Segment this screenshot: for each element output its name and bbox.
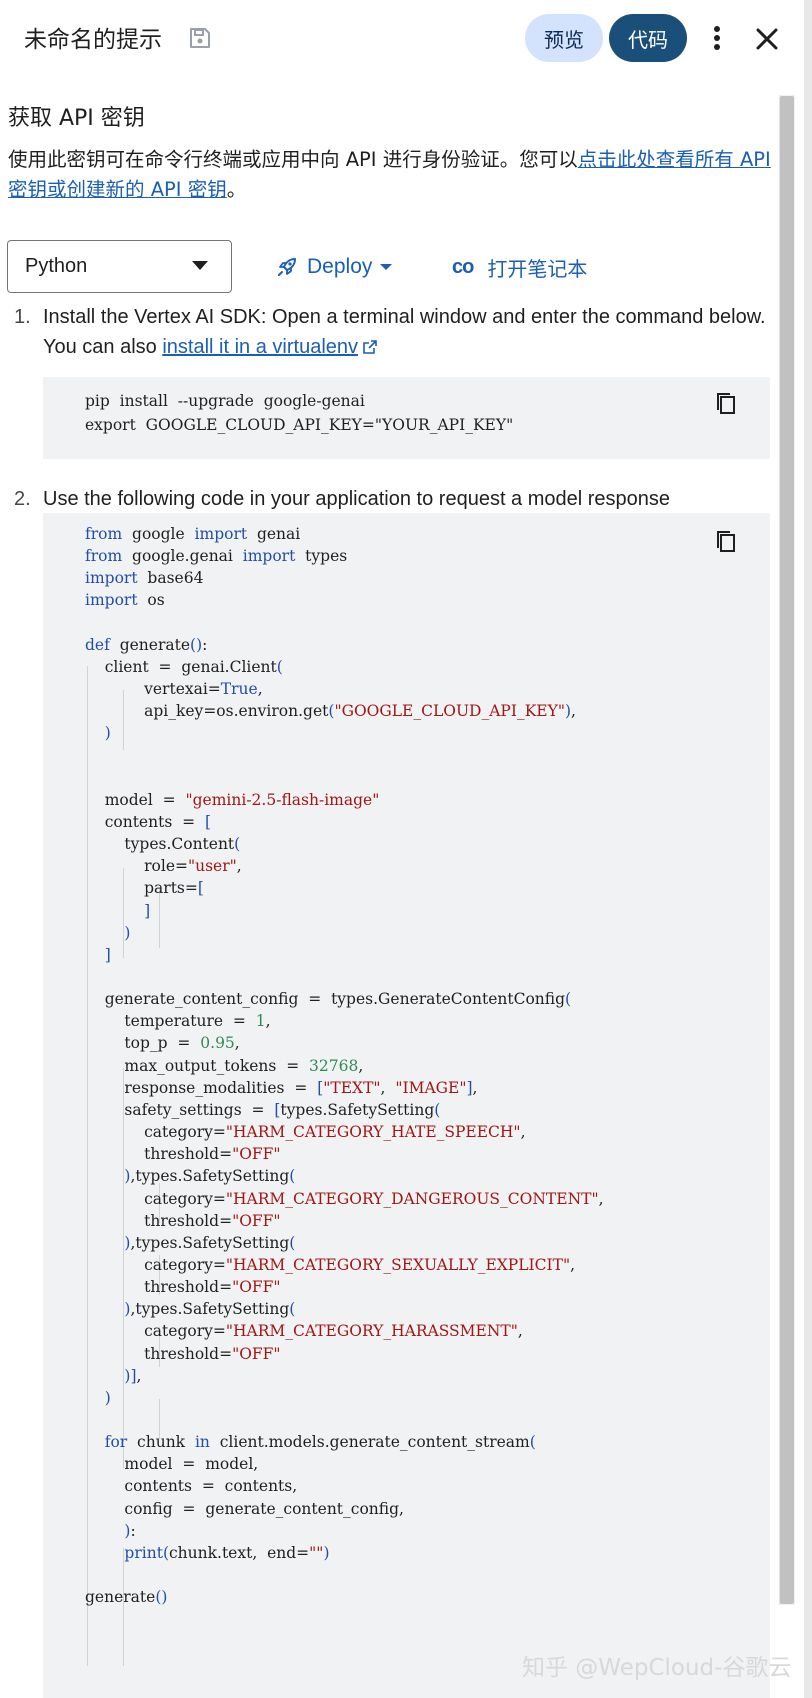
language-select[interactable]: Python xyxy=(7,240,232,293)
code-line: category="HARM_CATEGORY_HATE_SPEECH", xyxy=(85,1123,526,1142)
code-line: from google import genai xyxy=(85,525,301,543)
section-description: 使用此密钥可在命令行终端或应用中向 API 进行身份验证。您可以点击此处查看所有… xyxy=(8,145,778,205)
code-line: category="HARM_CATEGORY_HARASSMENT", xyxy=(85,1322,523,1341)
step-2-number: 2. xyxy=(14,488,31,510)
section-title: 获取 API 密钥 xyxy=(8,106,145,131)
code-line: ) xyxy=(104,724,111,743)
dialog-header: 未命名的提示 预览 代码 xyxy=(0,0,812,80)
step-1-text: Install the Vertex AI SDK: Open a termin… xyxy=(43,302,773,362)
code-line: ),types.SafetySetting( xyxy=(124,1233,296,1252)
preview-button[interactable]: 预览 xyxy=(525,14,603,62)
virtualenv-link[interactable]: install it in a virtualenv xyxy=(162,336,358,358)
dropdown-arrow-icon xyxy=(192,261,208,270)
code-line: for chunk in client.models.generate_cont… xyxy=(104,1433,536,1452)
description-suffix: 。 xyxy=(226,178,247,201)
code-line: ) xyxy=(124,923,131,942)
code-line: threshold="OFF" xyxy=(85,1278,281,1297)
deploy-button[interactable]: Deploy xyxy=(275,250,393,284)
code-line: )], xyxy=(124,1366,142,1385)
code-button[interactable]: 代码 xyxy=(609,14,687,62)
code-line: max_output_tokens = 32768, xyxy=(85,1056,364,1075)
step-2-text: Use the following code in your applicati… xyxy=(43,488,671,510)
code-line: ] xyxy=(104,945,111,964)
scrollbar-thumb[interactable] xyxy=(780,96,794,1604)
install-code-block: pip install --upgrade google-genai expor… xyxy=(43,377,770,459)
indent-guide xyxy=(123,1548,124,1666)
code-line: print(chunk.text, end="") xyxy=(124,1543,330,1562)
rocket-icon xyxy=(278,258,296,276)
external-link-icon xyxy=(363,340,377,354)
code-line: generate() xyxy=(85,1588,168,1607)
code-line: contents = [ xyxy=(85,812,212,831)
description-text: 使用此密钥可在命令行终端或应用中向 API 进行身份验证。您可以 xyxy=(8,148,578,171)
code-line: ): xyxy=(124,1521,136,1540)
code-line: from google.genai import types xyxy=(85,547,348,566)
code-line: temperature = 1, xyxy=(85,1012,271,1031)
code-line: def generate(): xyxy=(85,635,208,654)
code-line: generate_content_config = types.Generate… xyxy=(85,990,572,1009)
right-edge-divider xyxy=(804,0,812,1698)
code-line: ),types.SafetySetting( xyxy=(124,1300,296,1319)
code-line: vertexai=True, xyxy=(85,680,263,699)
code-line: threshold="OFF" xyxy=(85,1145,281,1164)
deploy-label: Deploy xyxy=(307,255,373,278)
code-line: category="HARM_CATEGORY_DANGEROUS_CONTEN… xyxy=(85,1189,604,1208)
step-1-number: 1. xyxy=(14,306,31,328)
deploy-dropdown-icon xyxy=(380,264,393,270)
code-line: api_key=os.environ.get("GOOGLE_CLOUD_API… xyxy=(85,702,576,721)
open-notebook-button[interactable]: co 打开笔记本 xyxy=(452,250,587,284)
watermark: 知乎 @WepCloud-谷歌云 xyxy=(522,1655,792,1681)
code-line: config = generate_content_config, xyxy=(85,1499,404,1518)
code-line: response_modalities = ["TEXT", "IMAGE"], xyxy=(85,1078,478,1097)
save-icon[interactable] xyxy=(188,26,212,50)
step-1-description: Install the Vertex AI SDK: Open a termin… xyxy=(43,306,766,358)
code-line: contents = contents, xyxy=(85,1477,298,1496)
copy-icon[interactable] xyxy=(714,391,738,417)
language-select-value: Python xyxy=(25,255,88,277)
close-icon[interactable] xyxy=(752,24,782,54)
code-line: model = "gemini-2.5-flash-image" xyxy=(85,790,380,809)
code-line: parts=[ xyxy=(85,879,204,898)
code-line: threshold="OFF" xyxy=(85,1211,281,1230)
install-code-line: pip install --upgrade google-genai xyxy=(85,392,365,410)
code-line: ),types.SafetySetting( xyxy=(124,1167,296,1186)
code-line: client = genai.Client( xyxy=(85,657,283,676)
code-line: safety_settings = [types.SafetySetting( xyxy=(85,1100,441,1119)
code-line: category="HARM_CATEGORY_SEXUALLY_EXPLICI… xyxy=(85,1255,576,1274)
install-code-line: export GOOGLE_CLOUD_API_KEY="YOUR_API_KE… xyxy=(85,416,514,434)
code-line: threshold="OFF" xyxy=(85,1344,281,1363)
code-line: top_p = 0.95, xyxy=(85,1034,240,1053)
open-notebook-label: 打开笔记本 xyxy=(487,256,588,281)
code-line: role="user", xyxy=(85,857,242,876)
code-line: ] xyxy=(144,901,151,920)
copy-icon[interactable] xyxy=(714,529,738,555)
code-line: model = model, xyxy=(85,1455,259,1474)
colab-icon: co xyxy=(452,255,474,278)
code-line: import os xyxy=(85,591,165,610)
code-sample-block: from google import genai from google.gena… xyxy=(43,513,770,1698)
prompt-title[interactable]: 未命名的提示 xyxy=(24,20,162,54)
code-line: types.Content( xyxy=(85,835,241,854)
code-line: import base64 xyxy=(85,569,204,588)
code-line: ) xyxy=(104,1388,111,1407)
more-vert-icon[interactable] xyxy=(702,22,732,54)
